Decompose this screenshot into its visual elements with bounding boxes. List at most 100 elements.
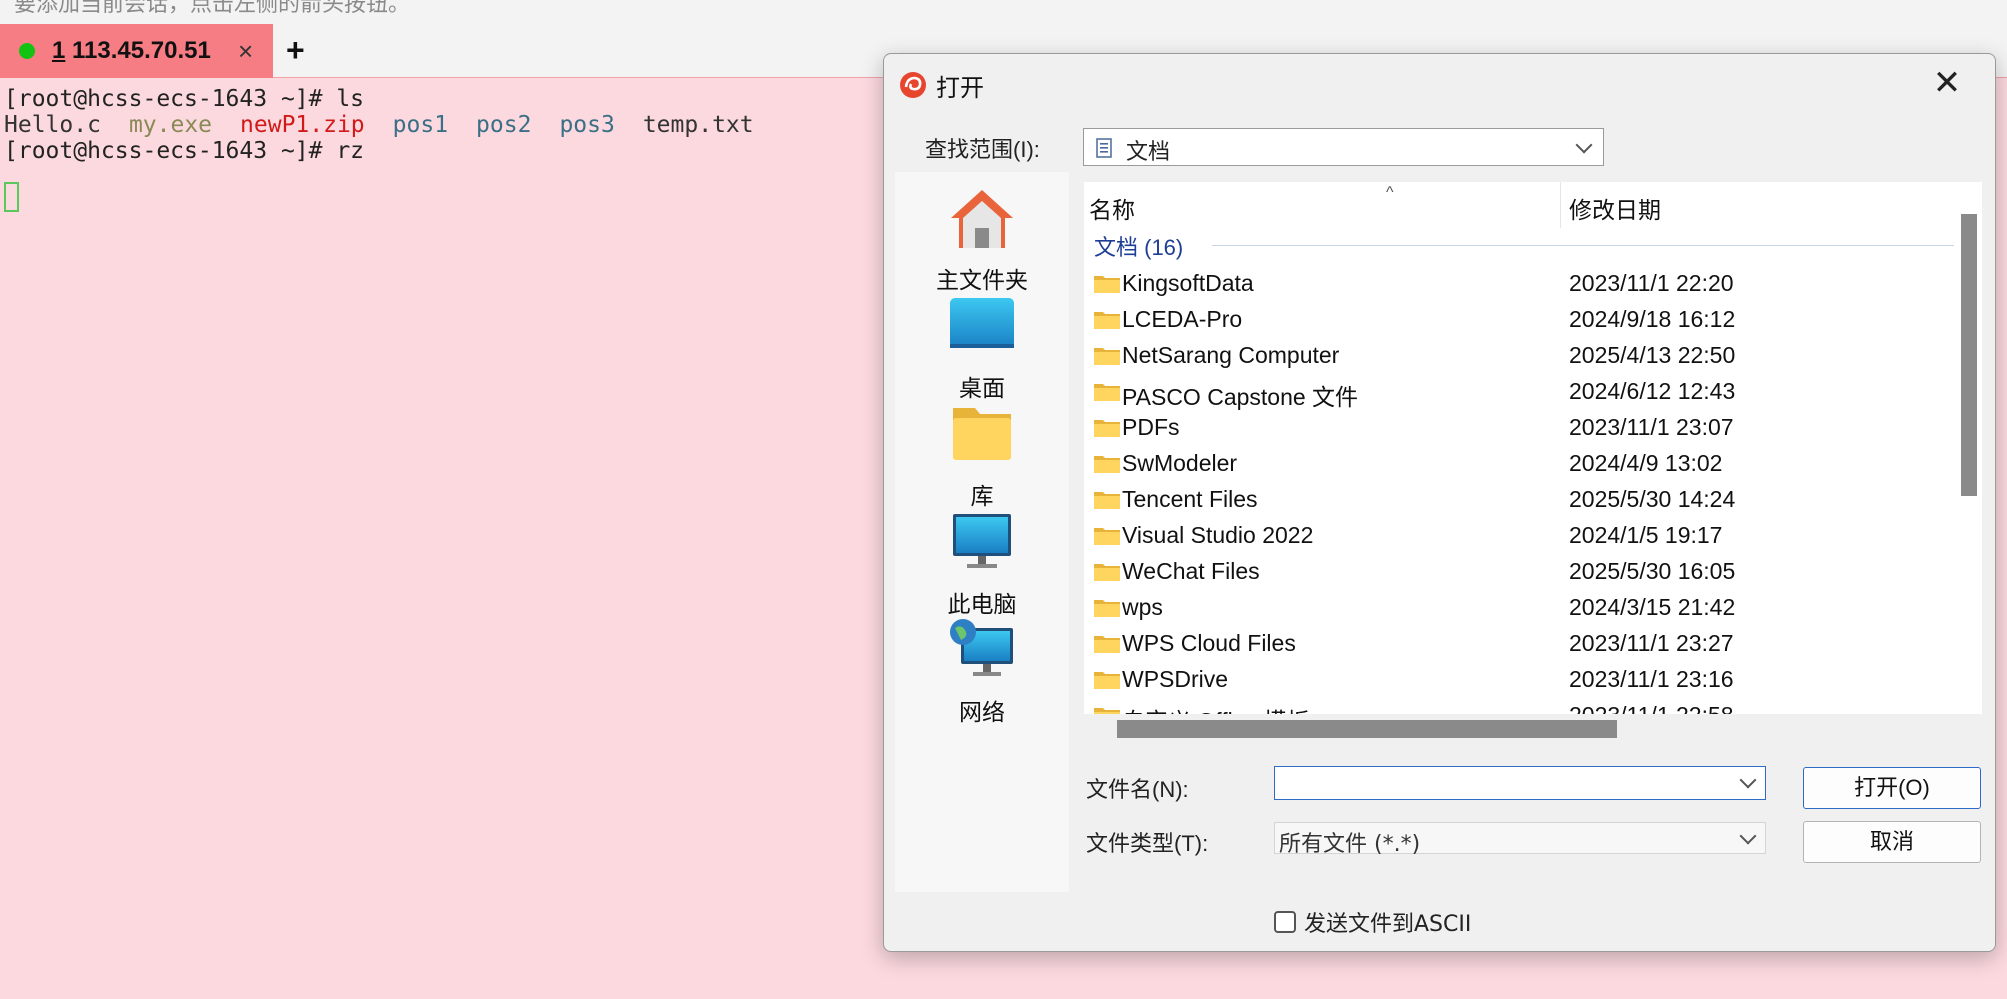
folder-icon (1093, 274, 1121, 294)
file-row[interactable]: WPSDrive 2023/11/1 23:16 (1084, 662, 1954, 698)
terminal-file-entry: pos3 (559, 112, 615, 138)
dialog-titlebar[interactable]: 打开 ✕ (884, 54, 1995, 114)
terminal-ls-output: Hello.c my.exe newP1.zip pos1 pos2 pos3 temp.t… (4, 112, 782, 138)
session-tab-number: 1 (52, 37, 66, 64)
file-row[interactable]: SwModeler 2024/4/9 13:02 (1084, 446, 1954, 482)
file-name: Visual Studio 2022 (1122, 522, 1314, 548)
file-row[interactable]: NetSarang Computer 2025/4/13 22:50 (1084, 338, 1954, 374)
column-divider[interactable] (1560, 182, 1561, 228)
place-label: 桌面 (959, 375, 1005, 401)
file-modified-date: 2024/3/15 21:42 (1569, 594, 1736, 620)
place-label: 网络 (959, 699, 1005, 725)
file-row[interactable]: PASCO Capstone 文件 2024/6/12 12:43 (1084, 374, 1954, 410)
send-ascii-label: 发送文件到ASCII (1304, 912, 1472, 937)
library-icon (953, 408, 1011, 460)
folder-icon (1093, 670, 1121, 690)
file-modified-date: 2025/5/30 16:05 (1569, 558, 1736, 584)
vertical-scroll-thumb[interactable] (1961, 214, 1977, 496)
file-row[interactable]: LCEDA-Pro 2024/9/18 16:12 (1084, 302, 1954, 338)
file-name: KingsoftData (1122, 270, 1254, 296)
look-in-dropdown[interactable]: 文档 (1083, 128, 1604, 166)
folder-icon (1093, 562, 1121, 582)
terminal-file-entry: pos2 (476, 112, 532, 138)
desktop-icon (950, 298, 1014, 348)
folder-icon (1093, 706, 1121, 714)
place-label: 库 (970, 483, 994, 509)
checkbox-box[interactable] (1274, 911, 1296, 933)
file-modified-date: 2024/4/9 13:02 (1569, 450, 1723, 476)
look-in-label: 查找范围(I): (925, 137, 1040, 162)
file-name: WeChat Files (1122, 558, 1260, 584)
file-row[interactable]: KingsoftData 2023/11/1 22:20 (1084, 266, 1954, 302)
session-hint-text: 要添加当前会话，点击左侧的箭头按钮。 (14, 0, 411, 16)
file-row[interactable]: Visual Studio 2022 2024/1/5 19:17 (1084, 518, 1954, 554)
session-tab[interactable]: 1 113.45.70.51 × (0, 24, 273, 78)
filetype-dropdown[interactable]: 所有文件 (*.*) (1274, 822, 1766, 857)
file-row[interactable]: 自定义 Office 模板 2023/11/1 22:58 (1084, 698, 1954, 714)
folder-icon (1093, 382, 1121, 402)
send-ascii-checkbox[interactable]: 发送文件到ASCII (1274, 906, 1471, 938)
file-row[interactable]: wps 2024/3/15 21:42 (1084, 590, 1954, 626)
file-modified-date: 2023/11/1 23:07 (1569, 414, 1734, 440)
app-logo-icon (900, 72, 926, 98)
file-name: PDFs (1122, 414, 1180, 440)
close-tab-icon[interactable]: × (238, 36, 253, 67)
filename-combobox[interactable] (1274, 766, 1766, 800)
close-dialog-icon[interactable]: ✕ (1929, 66, 1965, 102)
home-icon (951, 190, 1013, 248)
folder-icon (1093, 346, 1121, 366)
file-modified-date: 2025/5/30 14:24 (1569, 486, 1736, 512)
sort-ascending-icon: ^ (1386, 184, 1394, 201)
file-name: WPS Cloud Files (1122, 630, 1296, 656)
folder-icon (1093, 526, 1121, 546)
chevron-down-icon (1739, 827, 1757, 845)
documents-icon (1096, 138, 1112, 158)
folder-icon (1093, 418, 1121, 438)
file-modified-date: 2023/11/1 23:16 (1569, 666, 1734, 692)
file-name: 自定义 Office 模板 (1122, 702, 1309, 714)
file-row[interactable]: WeChat Files 2025/5/30 16:05 (1084, 554, 1954, 590)
place-network[interactable]: 网络 (895, 618, 1069, 727)
file-name: wps (1122, 594, 1163, 620)
place-this-pc[interactable]: 此电脑 (895, 510, 1069, 619)
cancel-button[interactable]: 取消 (1803, 821, 1981, 863)
file-name: Tencent Files (1122, 486, 1258, 512)
file-row[interactable]: PDFs 2023/11/1 23:07 (1084, 410, 1954, 446)
column-header-date[interactable]: 修改日期 (1569, 191, 1661, 225)
file-list-header: 名称 ^ 修改日期 (1084, 182, 1954, 228)
dialog-title: 打开 (936, 75, 984, 102)
chevron-down-icon[interactable] (1739, 771, 1757, 789)
file-row[interactable]: Tencent Files 2025/5/30 14:24 (1084, 482, 1954, 518)
terminal-cursor (4, 182, 19, 212)
horizontal-scrollbar[interactable] (1084, 714, 1954, 742)
terminal-line: [root@hcss-ecs-1643 ~]# rz (4, 138, 365, 164)
column-header-name[interactable]: 名称 (1089, 191, 1135, 225)
network-icon (950, 619, 1013, 676)
place-label: 此电脑 (947, 591, 1017, 617)
folder-icon (1093, 598, 1121, 618)
group-header[interactable]: 文档 (16) (1094, 230, 1183, 262)
place-desktop[interactable]: 桌面 (895, 294, 1069, 403)
horizontal-scroll-thumb[interactable] (1117, 720, 1617, 738)
folder-icon (1093, 310, 1121, 330)
folder-icon (1093, 634, 1121, 654)
chevron-down-icon (1575, 136, 1593, 154)
file-modified-date: 2024/6/12 12:43 (1569, 378, 1736, 404)
file-modified-date: 2023/11/1 22:20 (1569, 270, 1734, 296)
vertical-scrollbar[interactable] (1954, 182, 1982, 714)
connected-status-icon (19, 43, 35, 59)
places-bar: 主文件夹 桌面 库 此电脑 网络 (895, 172, 1069, 892)
file-name: WPSDrive (1122, 666, 1229, 692)
filetype-label: 文件类型(T): (1086, 831, 1209, 856)
file-name: LCEDA-Pro (1122, 306, 1243, 332)
open-button[interactable]: 打开(O) (1803, 767, 1981, 809)
file-modified-date: 2023/11/1 23:27 (1569, 630, 1734, 656)
computer-icon (953, 514, 1011, 568)
file-row[interactable]: WPS Cloud Files 2023/11/1 23:27 (1084, 626, 1954, 662)
place-home[interactable]: 主文件夹 (895, 186, 1069, 295)
place-library[interactable]: 库 (895, 402, 1069, 511)
terminal-file-entry: pos1 (392, 112, 449, 138)
terminal-file-entry: newP1.zip (240, 112, 365, 138)
file-list[interactable]: 名称 ^ 修改日期 文档 (16) KingsoftData 2023/11/1 … (1084, 182, 1954, 714)
new-tab-button[interactable]: + (286, 32, 305, 69)
